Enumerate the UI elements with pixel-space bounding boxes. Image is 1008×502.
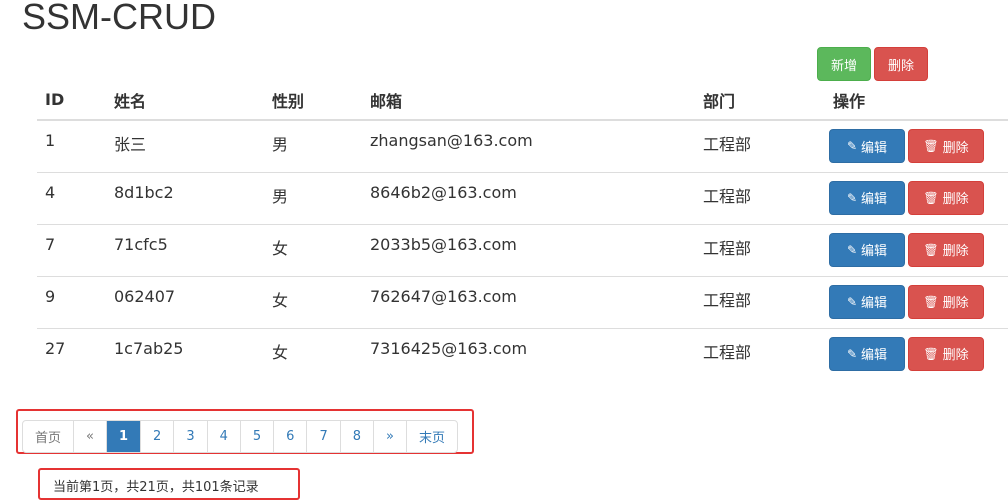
page-1[interactable]: 1 <box>105 421 141 452</box>
cell-id: 1 <box>37 119 106 172</box>
trash-icon: 🗑 <box>923 346 939 361</box>
delete-label: 删除 <box>942 296 969 311</box>
page-last[interactable]: 末页 <box>405 421 457 452</box>
page-5[interactable]: 5 <box>239 421 273 452</box>
pencil-icon: ✎ <box>846 294 858 309</box>
trash-icon: 🗑 <box>923 294 939 309</box>
edit-button[interactable]: ✎ 编辑 <box>829 232 905 267</box>
cell-id: 9 <box>37 275 106 328</box>
delete-button[interactable]: 🗑 删除 <box>908 284 984 319</box>
edit-label: 编辑 <box>861 348 888 363</box>
delete-button[interactable]: 🗑 删除 <box>908 336 984 371</box>
header-actions: 操作 <box>825 80 1008 121</box>
table-header-row: ID 姓名 性别 邮箱 部门 操作 <box>37 80 1008 121</box>
edit-label: 编辑 <box>861 140 888 156</box>
trash-icon: 🗑 <box>923 139 939 153</box>
pagination: 首页 « 1 2 3 4 5 6 7 8 » 末页 <box>22 420 458 453</box>
cell-actions: ✎ 编辑 🗑 删除 <box>825 275 1008 328</box>
page-title: SSM-CRUD <box>22 0 216 37</box>
page-6[interactable]: 6 <box>273 421 306 452</box>
cell-dept: 工程部 <box>695 275 825 328</box>
cell-dept: 工程部 <box>695 171 825 224</box>
delete-label: 删除 <box>942 348 969 363</box>
cell-actions: ✎ 编辑 🗑 删除 <box>825 119 1008 172</box>
header-name: 姓名 <box>106 80 264 121</box>
edit-label: 编辑 <box>861 244 888 259</box>
cell-dept: 工程部 <box>695 327 825 380</box>
edit-button[interactable]: ✎ 编辑 <box>829 180 905 215</box>
page-8[interactable]: 8 <box>339 421 373 452</box>
cell-id: 27 <box>37 327 106 380</box>
cell-name: 张三 <box>106 119 264 172</box>
delete-label: 删除 <box>942 140 969 156</box>
edit-label: 编辑 <box>861 192 888 207</box>
cell-gender: 女 <box>264 223 362 276</box>
pencil-icon: ✎ <box>846 190 858 205</box>
delete-button[interactable]: 🗑 删除 <box>908 129 984 163</box>
header-email: 邮箱 <box>362 80 695 121</box>
page-4[interactable]: 4 <box>206 421 240 452</box>
page-2[interactable]: 2 <box>140 421 173 452</box>
cell-dept: 工程部 <box>695 223 825 276</box>
cell-email: zhangsan@163.com <box>362 119 695 172</box>
trash-icon: 🗑 <box>923 190 939 205</box>
delete-all-button[interactable]: 删除 <box>874 47 928 81</box>
edit-button[interactable]: ✎ 编辑 <box>829 129 905 163</box>
cell-name: 71cfc5 <box>106 223 264 276</box>
table-row: 27 1c7ab25 女 7316425@163.com 工程部 ✎ 编辑 🗑 删除 <box>37 327 1008 380</box>
add-button[interactable]: 新增 <box>817 47 871 81</box>
cell-gender: 女 <box>264 275 362 328</box>
delete-button[interactable]: 🗑 删除 <box>908 180 984 215</box>
header-dept: 部门 <box>695 80 825 121</box>
page-info: 当前第1页，共21页，共101条记录 <box>53 480 259 495</box>
delete-button[interactable]: 🗑 删除 <box>908 232 984 267</box>
edit-label: 编辑 <box>861 296 888 311</box>
table-row: 4 8d1bc2 男 8646b2@163.com 工程部 ✎ 编辑 🗑 删除 <box>37 171 1008 224</box>
cell-name: 8d1bc2 <box>106 171 264 224</box>
cell-id: 4 <box>37 171 106 224</box>
cell-gender: 男 <box>264 171 362 224</box>
employee-table: ID 姓名 性别 邮箱 部门 操作 1 张三男 zhangsan@163.com 工程… <box>37 80 1008 380</box>
cell-email: 8646b2@163.com <box>362 171 695 224</box>
pencil-icon: ✎ <box>846 346 858 361</box>
pencil-icon: ✎ <box>846 242 858 257</box>
page-next[interactable]: » <box>373 421 406 452</box>
cell-actions: ✎ 编辑 🗑 删除 <box>825 327 1008 380</box>
page-3[interactable]: 3 <box>173 421 206 452</box>
table-row: 9 062407 女 762647@163.com 工程部 ✎ 编辑 🗑 删除 <box>37 275 1008 328</box>
delete-label: 删除 <box>942 192 969 207</box>
delete-label: 删除 <box>942 244 969 259</box>
page-prev[interactable]: « <box>73 421 106 452</box>
cell-name: 062407 <box>106 275 264 328</box>
table-row: 7 71cfc5 女 2033b5@163.com 工程部 ✎ 编辑 🗑 删除 <box>37 223 1008 276</box>
cell-actions: ✎ 编辑 🗑 删除 <box>825 171 1008 224</box>
cell-email: 2033b5@163.com <box>362 223 695 276</box>
edit-button[interactable]: ✎ 编辑 <box>829 284 905 319</box>
top-toolbar: 新增 删除 <box>817 47 928 81</box>
cell-email: 762647@163.com <box>362 275 695 328</box>
pencil-icon: ✎ <box>846 139 858 153</box>
edit-button[interactable]: ✎ 编辑 <box>829 336 905 371</box>
header-gender: 性别 <box>264 80 362 121</box>
cell-actions: ✎ 编辑 🗑 删除 <box>825 223 1008 276</box>
header-id: ID <box>37 80 106 121</box>
cell-dept: 工程部 <box>695 119 825 172</box>
cell-gender: 男 <box>264 119 362 172</box>
cell-email: 7316425@163.com <box>362 327 695 380</box>
trash-icon: 🗑 <box>923 242 939 257</box>
cell-gender: 女 <box>264 327 362 380</box>
cell-id: 7 <box>37 223 106 276</box>
page-first[interactable]: 首页 <box>23 421 73 452</box>
table-row: 1 张三男 zhangsan@163.com 工程部 ✎ 编辑 🗑 删除 <box>37 119 1008 172</box>
page-7[interactable]: 7 <box>306 421 339 452</box>
cell-name: 1c7ab25 <box>106 327 264 380</box>
